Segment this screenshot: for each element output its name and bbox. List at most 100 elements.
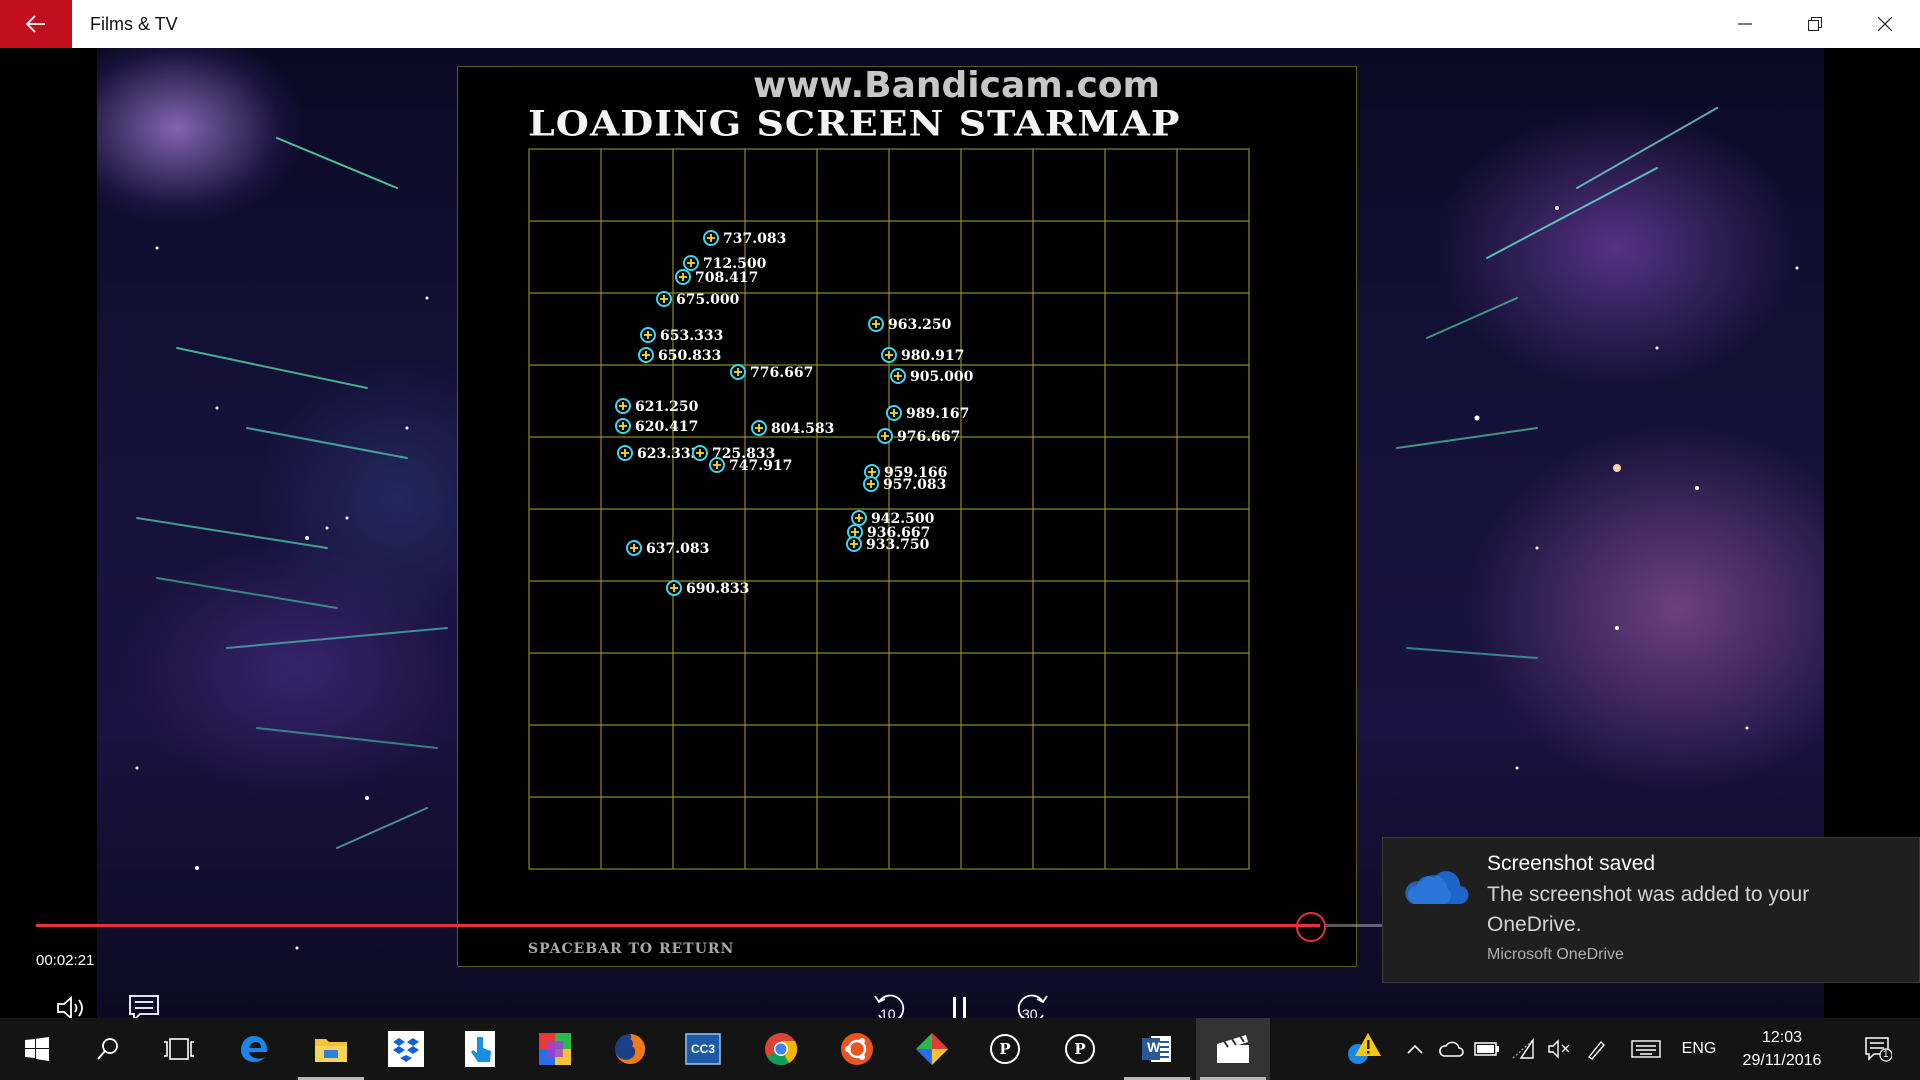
captions-button[interactable] (124, 988, 164, 1018)
restore-icon (1808, 17, 1822, 31)
close-icon (1878, 17, 1892, 31)
close-button[interactable] (1850, 0, 1920, 48)
app-p2-label: P (1074, 1040, 1086, 1058)
firefox-icon (615, 1033, 646, 1064)
start-button[interactable] (0, 1018, 74, 1080)
star-marker-label: 637.083 (646, 541, 709, 557)
star-marker: 675.000 (656, 291, 740, 308)
wifi-icon (1512, 1038, 1534, 1059)
tray-pen[interactable] (1582, 1018, 1612, 1080)
onedrive-icon (1403, 866, 1469, 911)
game-app-button[interactable] (895, 1018, 969, 1080)
tray-wifi[interactable] (1508, 1018, 1538, 1080)
show-hidden-icons-button[interactable] (1400, 1018, 1430, 1080)
star-marker: 976.667 (877, 428, 960, 445)
chevron-up-icon (1407, 1044, 1423, 1054)
notification-count: 1 (1883, 1049, 1889, 1060)
star-marker-label: 690.833 (686, 581, 749, 597)
mute-icon (1548, 1039, 1570, 1059)
star-marker-label: 776.667 (750, 365, 813, 381)
chrome-button[interactable] (744, 1018, 818, 1080)
star-marker-label: 623.333 (637, 446, 700, 462)
films-tv-button[interactable] (1196, 1018, 1270, 1080)
star-marker-label: 708.417 (695, 270, 758, 286)
star-marker: 653.333 (640, 327, 723, 344)
star-marker: 621.250 (615, 398, 699, 415)
seek-bar-remaining[interactable] (1326, 924, 1386, 927)
volume-icon (57, 996, 83, 1018)
star-marker: 804.583 (751, 420, 834, 437)
star-marker: 690.833 (666, 580, 749, 597)
folder-icon (315, 1039, 347, 1062)
cc3-button[interactable]: CC3 (666, 1018, 740, 1080)
touch-app-button[interactable] (443, 1018, 517, 1080)
tray-keyboard[interactable] (1628, 1018, 1664, 1080)
tray-battery[interactable] (1472, 1018, 1502, 1080)
tray-cloud[interactable] (1436, 1018, 1466, 1080)
edge-button[interactable] (217, 1018, 291, 1080)
app-p1-label: P (999, 1040, 1011, 1058)
star-marker-label: 933.750 (866, 537, 930, 553)
minimize-button[interactable] (1710, 0, 1780, 48)
taskbar: CC3 P P W ENG 12:03 29/11/2016 1 (0, 1018, 1920, 1080)
firefox-button[interactable] (593, 1018, 667, 1080)
pen-icon (1587, 1040, 1605, 1060)
clock[interactable]: 12:03 29/11/2016 (1724, 1026, 1840, 1072)
star-marker: 963.250 (868, 316, 952, 333)
star-marker-label: 976.667 (897, 429, 960, 445)
cloud-icon (1439, 1041, 1464, 1057)
star-marker-label: 905.000 (910, 369, 974, 385)
ubuntu-button[interactable] (820, 1018, 894, 1080)
file-explorer-button[interactable] (294, 1018, 368, 1080)
skip-forward-button[interactable]: 30 (1010, 986, 1054, 1018)
starmap-grid: 737.083712.500708.417675.000653.333650.8… (528, 148, 1250, 870)
star-marker-label: 980.917 (901, 348, 964, 364)
star-marker: 933.750 (846, 536, 930, 553)
star-marker-label: 621.250 (635, 399, 699, 415)
app-p1-button[interactable]: P (968, 1018, 1042, 1080)
action-center-button[interactable]: 1 (1854, 1018, 1902, 1080)
game-screen: 737.083 712.500 708.417 675.000 653.333 650.8… (457, 65, 1357, 967)
skip-forward-label: 30 (1022, 1006, 1038, 1018)
star-marker-label: 747.917 (729, 458, 792, 474)
recording-watermark: www.Bandicam.com (753, 65, 1161, 106)
seek-bar-played[interactable] (36, 924, 1320, 927)
language-indicator[interactable]: ENG (1674, 1018, 1724, 1080)
keyboard-icon (1631, 1040, 1661, 1058)
dropbox-icon (388, 1031, 424, 1067)
pause-button[interactable] (940, 986, 980, 1018)
clapperboard-icon (1217, 1035, 1249, 1063)
touch-icon (465, 1031, 495, 1067)
back-button[interactable] (0, 0, 72, 48)
star-marker: 957.083 (863, 476, 946, 493)
puzzle-app-button[interactable] (518, 1018, 592, 1080)
star-marker-label: 963.250 (888, 317, 952, 333)
toast-source: Microsoft OneDrive (1487, 946, 1624, 963)
toast-body: The screenshot was added to your OneDriv… (1487, 883, 1810, 936)
toast-notification[interactable]: Screenshot saved The screenshot was adde… (1382, 837, 1920, 983)
search-button[interactable] (71, 1018, 145, 1080)
windows-icon (25, 1037, 49, 1061)
star-marker-label: 650.833 (658, 348, 721, 364)
app-p2-button[interactable]: P (1043, 1018, 1117, 1080)
word-button[interactable]: W (1120, 1018, 1194, 1080)
star-marker-label: 653.333 (660, 328, 723, 344)
edge-icon (241, 1036, 268, 1062)
tray-volume[interactable] (1544, 1018, 1574, 1080)
seek-thumb[interactable] (1296, 912, 1326, 942)
star-marker-label: 675.000 (676, 292, 740, 308)
dropbox-button[interactable] (369, 1018, 443, 1080)
task-view-button[interactable] (142, 1018, 216, 1080)
diamond-icon (916, 1033, 948, 1065)
star-marker: 980.917 (881, 347, 964, 364)
skip-back-button[interactable]: 10 (868, 986, 912, 1018)
battery-icon (1474, 1042, 1499, 1056)
star-marker-label: 989.167 (906, 406, 969, 422)
restore-button[interactable] (1780, 0, 1850, 48)
volume-button[interactable] (52, 988, 92, 1018)
star-marker-label: 620.417 (635, 419, 698, 435)
search-icon (97, 1038, 118, 1060)
star-marker: 620.417 (615, 418, 698, 435)
tray-warning[interactable] (1344, 1018, 1384, 1080)
window-controls (1710, 0, 1920, 48)
